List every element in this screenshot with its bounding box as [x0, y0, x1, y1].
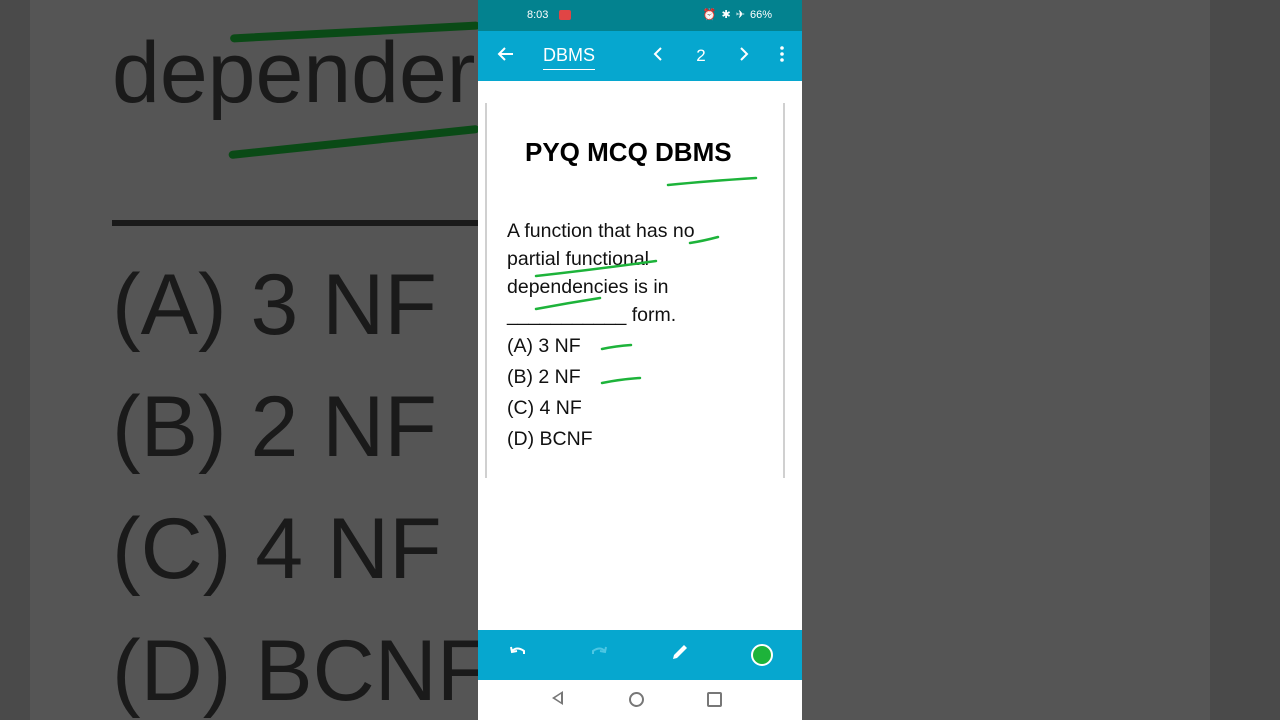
system-navigation-bar: [478, 680, 802, 720]
option-d: (D) BCNF: [507, 428, 593, 450]
vertical-dots-icon: [780, 46, 784, 62]
app-bar: DBMS 2: [478, 31, 802, 81]
page-border-right: [783, 103, 785, 478]
ink-stroke: [666, 176, 758, 187]
status-time: 8:03: [527, 9, 549, 21]
question-line: ___________ form.: [507, 304, 677, 326]
back-arrow-icon[interactable]: [494, 44, 518, 68]
undo-button[interactable]: [505, 642, 531, 668]
option-c: (C) 4 NF: [507, 397, 582, 419]
next-page-button[interactable]: [734, 44, 754, 68]
nav-recents-icon[interactable]: [707, 692, 722, 707]
redo-button[interactable]: [586, 642, 612, 668]
color-picker-button[interactable]: [751, 644, 773, 666]
more-options-icon[interactable]: [774, 44, 790, 68]
page-number[interactable]: 2: [691, 46, 711, 66]
background-option: (C) 4 NF: [112, 501, 442, 597]
page-border-left: [485, 103, 487, 478]
question-line: partial functional: [507, 248, 650, 270]
alarm-icon: ⏰: [702, 9, 717, 21]
background-word: depender: [112, 25, 476, 121]
chevron-right-icon: [740, 47, 749, 61]
ink-stroke: [600, 343, 633, 351]
background-option: (D) BCNF: [112, 623, 490, 719]
background-option: (A) 3 NF: [112, 257, 437, 353]
question-text: A function that has no partial functiona…: [507, 217, 737, 329]
pencil-icon: [673, 645, 687, 659]
background-blank-line: [112, 220, 492, 226]
document-canvas[interactable]: PYQ MCQ DBMS A function that has no part…: [478, 81, 802, 630]
status-bar: 8:03 ⏰ ✱ ✈ 66%: [478, 0, 802, 31]
airplane-mode-icon: ✈: [735, 9, 745, 21]
question-line: dependencies is in: [507, 276, 669, 298]
drawing-toolbar: [478, 630, 802, 680]
background-option: (B) 2 NF: [112, 379, 437, 475]
question-line: A function that has no: [507, 220, 695, 242]
redo-icon: [592, 646, 607, 654]
chevron-left-icon: [653, 47, 662, 61]
document-title[interactable]: DBMS: [543, 45, 596, 70]
bluetooth-icon: ✱: [721, 9, 731, 21]
nav-home-icon[interactable]: [629, 692, 644, 707]
option-a: (A) 3 NF: [507, 335, 581, 357]
ink-stroke: [600, 376, 642, 385]
option-b: (B) 2 NF: [507, 366, 581, 388]
status-icons: ⏰ ✱ ✈ 66%: [702, 8, 772, 22]
undo-icon: [510, 646, 525, 654]
nav-back-icon-inner: [555, 694, 561, 702]
pen-tool-button[interactable]: [667, 642, 693, 668]
previous-page-button[interactable]: [648, 44, 668, 68]
phone-screen: 8:03 ⏰ ✱ ✈ 66% DBMS 2 PYQ MCQ DBMS A fun…: [478, 0, 802, 720]
screen-record-icon: [559, 10, 571, 20]
document-heading: PYQ MCQ DBMS: [525, 137, 732, 167]
back-arrow-glyph: [497, 47, 513, 61]
battery-level: 66%: [749, 8, 772, 21]
